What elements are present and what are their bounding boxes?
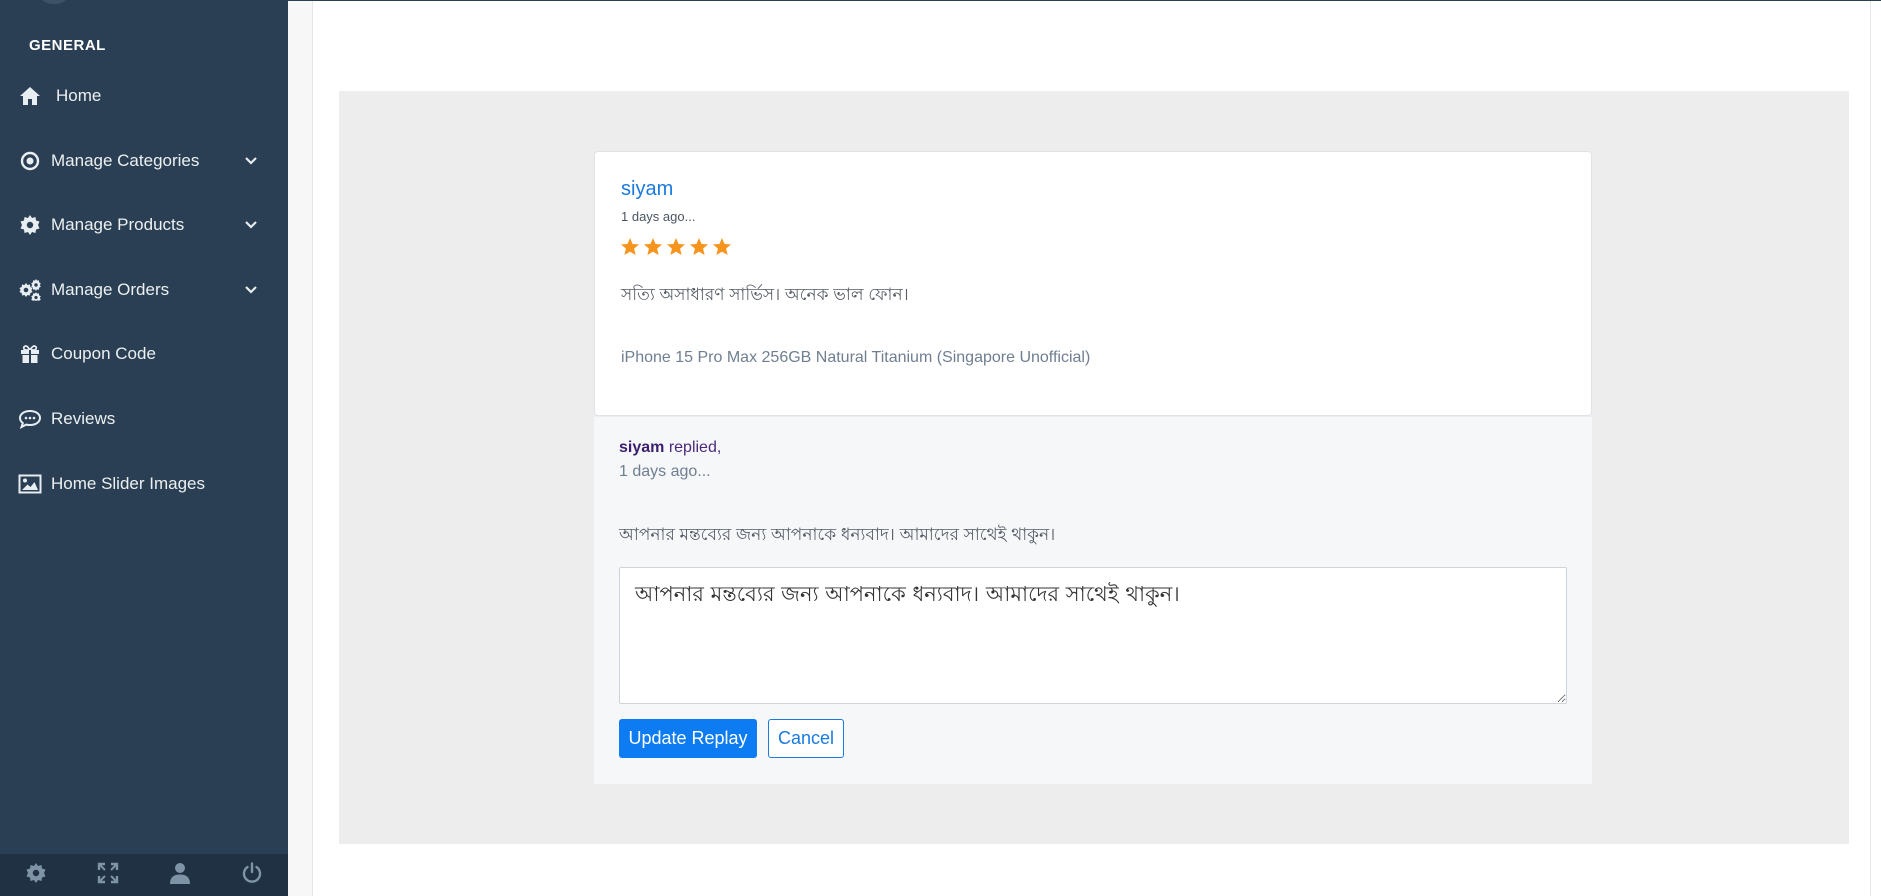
sidebar-section-title: GENERAL — [29, 37, 106, 54]
sidebar-item-label: Home — [56, 86, 102, 105]
sidebar-item-manage-categories[interactable]: Manage Categories — [0, 138, 288, 184]
fullscreen-button[interactable] — [72, 854, 144, 896]
star-icon — [621, 238, 639, 255]
sidebar: GENERAL Home Manage Categories Manage Pr… — [0, 0, 288, 896]
image-icon — [18, 472, 42, 496]
sidebar-item-home[interactable]: Home — [0, 73, 288, 119]
top-border — [288, 0, 1881, 1]
reply-header: siyam replied, — [619, 439, 721, 457]
power-icon — [242, 861, 262, 889]
fullscreen-icon — [97, 862, 119, 889]
reply-time: 1 days ago... — [619, 463, 711, 480]
reply-textarea[interactable]: আপনার মন্তব্যের জন্য আপনাকে ধন্যবাদ। আমা… — [619, 567, 1567, 704]
content-gutter — [288, 1, 313, 896]
logout-button[interactable] — [216, 854, 288, 896]
gear-icon — [18, 213, 42, 237]
review-author[interactable]: siyam — [621, 178, 673, 201]
star-icon — [644, 238, 662, 255]
profile-button[interactable] — [144, 854, 216, 896]
chevron-down-icon — [244, 218, 258, 232]
sidebar-item-label: Home Slider Images — [51, 474, 206, 493]
star-rating — [620, 237, 732, 257]
user-icon — [170, 862, 190, 889]
right-rail — [1870, 1, 1881, 896]
star-icon — [713, 238, 731, 255]
review-comment: সত্যি অসাধারণ সার্ভিস। অনেক ভাল ফোন। — [621, 285, 909, 304]
settings-icon — [26, 862, 46, 888]
chevron-down-icon — [244, 283, 258, 297]
sidebar-item-reviews[interactable]: Reviews — [0, 396, 288, 442]
reply-box: siyam replied, 1 days ago... আপনার মন্তব… — [594, 417, 1592, 784]
star-icon — [690, 238, 708, 255]
sidebar-item-label: Manage Products — [51, 215, 185, 234]
review-product: iPhone 15 Pro Max 256GB Natural Titanium… — [621, 349, 1091, 366]
sidebar-item-manage-orders[interactable]: Manage Orders — [0, 267, 288, 313]
home-icon — [18, 84, 42, 108]
sidebar-item-label: Manage Orders — [51, 280, 170, 299]
gift-icon — [18, 342, 42, 366]
avatar[interactable] — [38, 0, 70, 4]
settings-button[interactable] — [0, 854, 72, 896]
review-card: siyam 1 days ago... সত্যি অসাধারণ সার্ভি… — [594, 151, 1592, 416]
sidebar-footer — [0, 854, 288, 896]
sidebar-item-label: Coupon Code — [51, 344, 156, 363]
target-icon — [18, 149, 42, 173]
reply-text: আপনার মন্তব্যের জন্য আপনাকে ধন্যবাদ। আমা… — [619, 525, 1056, 544]
review-time: 1 days ago... — [621, 209, 696, 224]
cancel-button[interactable]: Cancel — [768, 719, 844, 758]
sidebar-item-coupon-code[interactable]: Coupon Code — [0, 331, 288, 377]
sidebar-item-label: Reviews — [51, 409, 116, 428]
reply-verb: replied, — [664, 439, 722, 456]
gears-icon — [18, 278, 42, 302]
star-icon — [667, 238, 685, 255]
chevron-down-icon — [244, 154, 258, 168]
sidebar-item-label: Manage Categories — [51, 151, 200, 170]
comment-icon — [18, 407, 42, 431]
sidebar-item-home-slider-images[interactable]: Home Slider Images — [0, 461, 288, 507]
sidebar-item-manage-products[interactable]: Manage Products — [0, 202, 288, 248]
reply-author: siyam — [619, 439, 665, 456]
update-replay-button[interactable]: Update Replay — [619, 719, 757, 758]
